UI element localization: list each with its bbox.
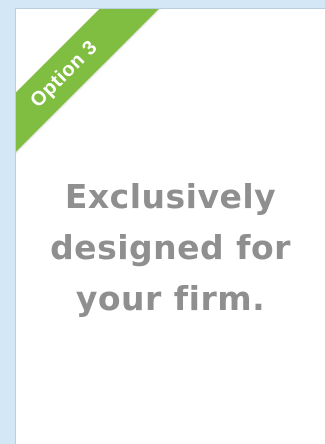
- tagline: Exclusively designed for your firm.: [16, 171, 325, 324]
- option-label: Option 3: [16, 9, 171, 181]
- option-card[interactable]: Option 3 Exclusively designed for your f…: [16, 9, 325, 444]
- tagline-line-1: Exclusively: [64, 177, 277, 216]
- tagline-line-3: your firm.: [75, 279, 266, 318]
- tagline-line-2: designed for: [50, 228, 291, 267]
